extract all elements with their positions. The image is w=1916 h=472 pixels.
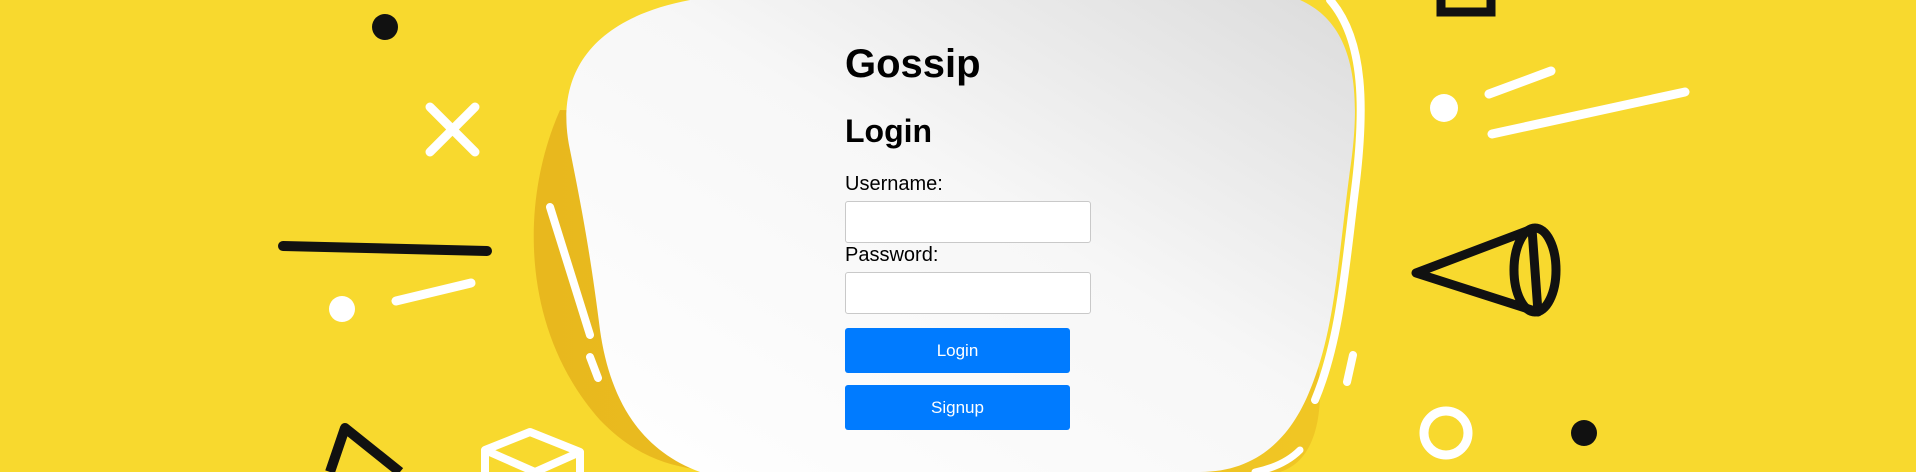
signup-button[interactable]: Signup [845,385,1070,430]
password-input[interactable] [845,272,1091,314]
login-page: Gossip Login Username: Password: Login S… [0,0,1916,472]
ring-dot-shape [329,296,355,322]
dash-shape [391,278,476,306]
password-label: Password: [845,244,939,266]
ring-shape [1419,406,1473,460]
login-heading: Login [845,113,933,149]
line-shape [1487,87,1690,139]
dash-shape [1484,66,1556,99]
dot-shape [1571,420,1597,446]
cube-shape [481,428,584,472]
dot-shape [1430,94,1458,122]
cone-shape [1411,223,1561,317]
square-shape [1436,0,1496,17]
app-title: Gossip [845,42,981,86]
triangle-shape [325,423,404,472]
line-shape [278,241,492,256]
login-button[interactable]: Login [845,328,1070,373]
username-input[interactable] [845,201,1091,243]
username-label: Username: [845,173,943,195]
x-shape [425,102,480,157]
dot-shape [372,14,398,40]
